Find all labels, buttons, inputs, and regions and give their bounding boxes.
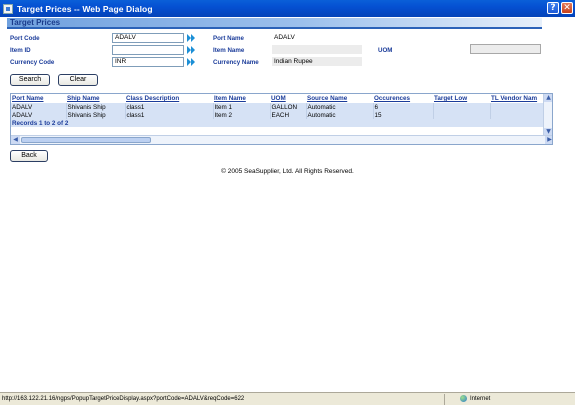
column-header-port-name[interactable]: Port Name: [11, 94, 66, 103]
cell-target-low: [433, 103, 491, 111]
port-name-label: Port Name: [213, 35, 244, 42]
section-header: Target Prices: [7, 18, 542, 29]
records-count-text: Records 1 to 2 of 2: [11, 119, 546, 127]
copyright-text: © 2005 SeaSupplier, Ltd. All Rights Rese…: [221, 168, 354, 175]
zone-label: Internet: [470, 396, 491, 403]
search-button[interactable]: Search: [10, 74, 50, 86]
table-row[interactable]: ADALV Shivanis Ship class1 Item 2 EACH A…: [11, 111, 546, 119]
currency-code-label: Currency Code: [10, 59, 55, 66]
column-header-ship-name[interactable]: Ship Name: [66, 94, 125, 103]
cell-target-low: [433, 111, 491, 119]
status-bar: http://163.122.21.16/ngps/PopupTargetPri…: [0, 392, 575, 405]
cell-item-name: Item 2: [213, 111, 271, 119]
column-header-occurences[interactable]: Occurences: [373, 94, 433, 103]
column-header-target-low[interactable]: Target Low: [433, 94, 490, 103]
item-name-value: [272, 45, 362, 54]
clear-button[interactable]: Clear: [58, 74, 98, 86]
port-name-value: ADALV: [274, 34, 295, 41]
column-header-uom[interactable]: UOM: [270, 94, 306, 103]
cell-tl-vendor-name: [490, 103, 546, 111]
cell-source-name: Automatic: [306, 111, 374, 119]
item-id-label: Item ID: [10, 47, 31, 54]
port-code-label: Port Code: [10, 35, 40, 42]
currency-code-input[interactable]: INR: [112, 57, 184, 67]
cell-port-name: ADALV: [11, 111, 67, 119]
horizontal-scroll-thumb[interactable]: [21, 137, 151, 143]
horizontal-scrollbar[interactable]: ◀ ▶: [11, 135, 552, 144]
currency-name-value: Indian Rupee: [272, 57, 362, 66]
records-row: Records 1 to 2 of 2: [11, 119, 546, 127]
column-header-item-name[interactable]: Item Name: [213, 94, 270, 103]
cell-uom: EACH: [270, 111, 307, 119]
title-bar: Target Prices -- Web Page Dialog ? ✕: [0, 0, 575, 17]
scroll-right-icon[interactable]: ▶: [545, 136, 552, 144]
cell-class-description: class1: [125, 111, 214, 119]
security-zone: Internet: [460, 395, 490, 404]
window-title: Target Prices -- Web Page Dialog: [17, 3, 153, 14]
globe-icon: [460, 395, 467, 402]
cell-uom: GALLON: [270, 103, 307, 111]
item-name-label: Item Name: [213, 47, 245, 54]
results-table: Port Name Ship Name Class Description It…: [11, 94, 546, 127]
scroll-up-icon[interactable]: ▲: [544, 94, 552, 102]
vertical-scrollbar[interactable]: ▲ ▼: [543, 94, 552, 136]
table-header-row: Port Name Ship Name Class Description It…: [11, 94, 545, 103]
column-header-source-name[interactable]: Source Name: [306, 94, 373, 103]
item-id-input[interactable]: [112, 45, 184, 55]
uom-label: UOM: [378, 47, 393, 54]
status-separator: [444, 394, 445, 405]
cell-tl-vendor-name: [490, 111, 546, 119]
cell-source-name: Automatic: [306, 103, 374, 111]
window-icon: [3, 3, 13, 14]
help-button[interactable]: ?: [547, 2, 559, 14]
column-header-tl-vendor-name[interactable]: TL Vendor Nam: [490, 94, 545, 103]
table-row[interactable]: ADALV Shivanis Ship class1 Item 1 GALLON…: [11, 103, 546, 111]
cell-item-name: Item 1: [213, 103, 271, 111]
cell-occurences: 6: [373, 103, 434, 111]
port-code-lookup-icon[interactable]: [187, 34, 196, 42]
cell-port-name: ADALV: [11, 103, 67, 111]
status-url: http://163.122.21.16/ngps/PopupTargetPri…: [2, 396, 245, 402]
cell-occurences: 15: [373, 111, 434, 119]
uom-value: [470, 44, 541, 54]
cell-class-description: class1: [125, 103, 214, 111]
column-header-class-description[interactable]: Class Description: [125, 94, 213, 103]
currency-name-label: Currency Name: [213, 59, 259, 66]
results-grid: Port Name Ship Name Class Description It…: [10, 93, 553, 145]
close-button[interactable]: ✕: [561, 2, 573, 14]
item-id-lookup-icon[interactable]: [187, 46, 196, 54]
back-button[interactable]: Back: [10, 150, 48, 162]
cell-ship-name: Shivanis Ship: [66, 103, 126, 111]
cell-ship-name: Shivanis Ship: [66, 111, 126, 119]
currency-code-lookup-icon[interactable]: [187, 58, 196, 66]
port-code-input[interactable]: ADALV: [112, 33, 184, 43]
scroll-left-icon[interactable]: ◀: [11, 136, 20, 144]
